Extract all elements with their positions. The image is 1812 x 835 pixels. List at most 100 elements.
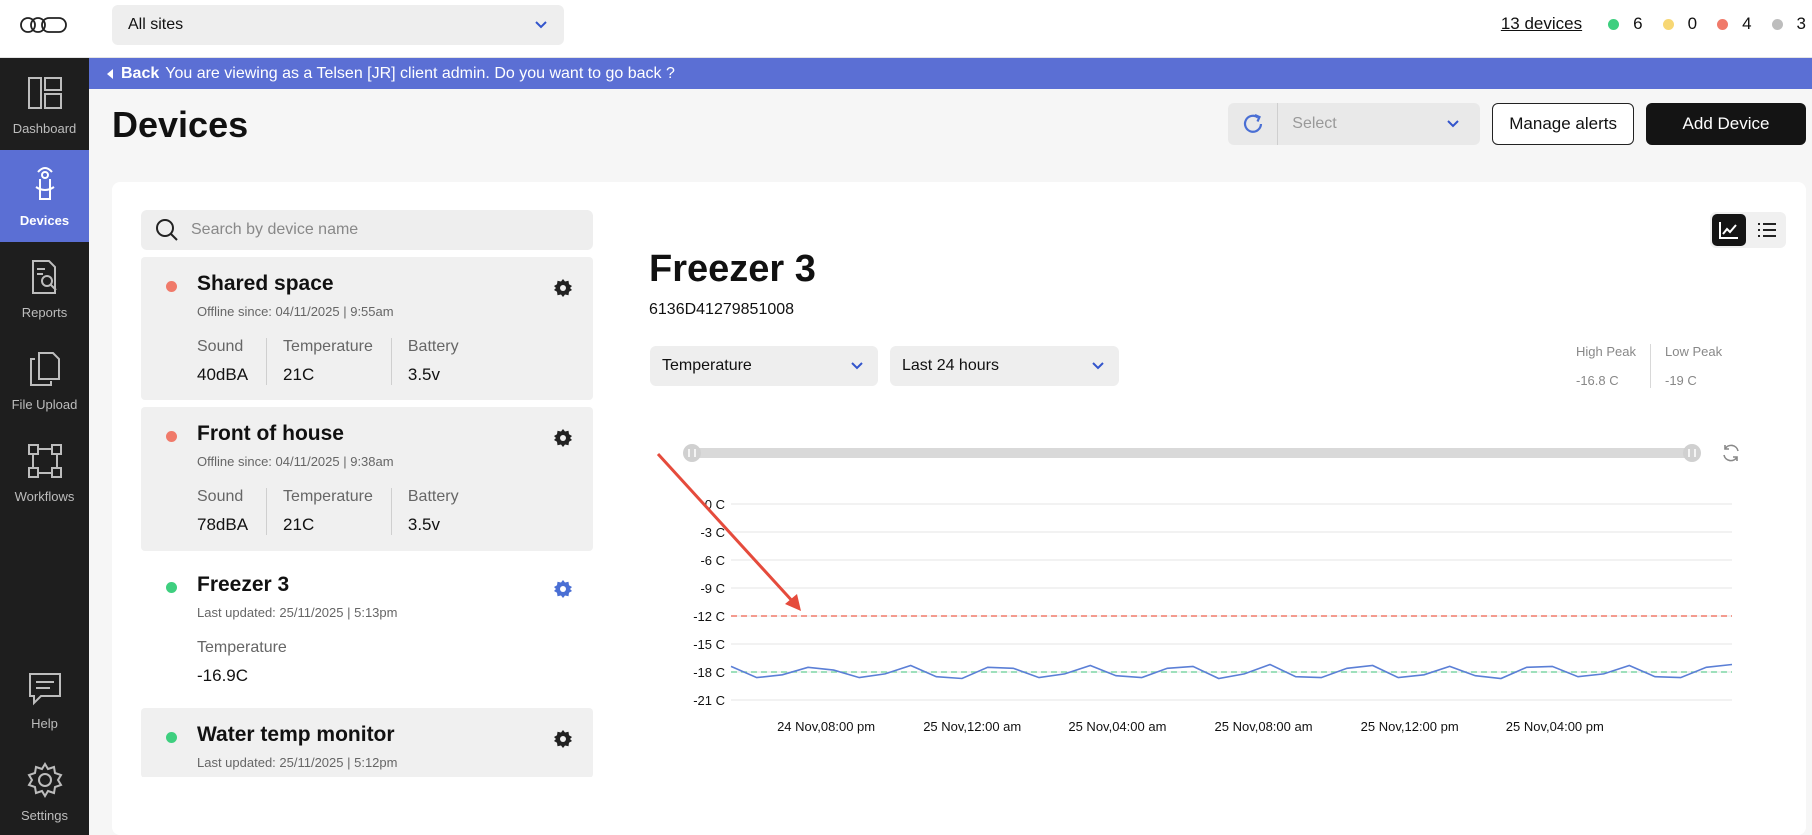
status-offline-count: 4 — [1717, 14, 1752, 34]
high-peak-label: High Peak — [1576, 344, 1636, 359]
x-tick-label: 25 Nov,04:00 pm — [1506, 719, 1604, 734]
brand-logo-icon[interactable] — [20, 14, 68, 36]
status-count: 4 — [1742, 14, 1752, 33]
status-count: 3 — [1796, 14, 1806, 33]
site-select[interactable]: All sites — [112, 5, 564, 45]
range-slider-track[interactable] — [692, 448, 1692, 458]
impersonation-banner: Back You are viewing as a Telsen [JR] cl… — [89, 58, 1812, 89]
dashboard-icon — [27, 76, 62, 109]
device-search[interactable]: Search by device name — [141, 210, 593, 250]
time-range-select-value: Last 24 hours — [902, 357, 999, 374]
y-tick-label: -6 C — [700, 553, 725, 568]
metric-value: 21C — [283, 515, 315, 534]
sidebar-item-reports[interactable]: Reports — [0, 242, 89, 334]
sidebar-item-label: Workflows — [14, 488, 75, 504]
metric-temperature: Temperature -16.9C — [197, 639, 305, 686]
x-tick-label: 25 Nov,12:00 am — [923, 719, 1021, 734]
offline-dot-icon — [1717, 18, 1729, 30]
files-icon — [29, 351, 60, 386]
workflow-icon — [27, 443, 62, 478]
gear-icon[interactable] — [553, 729, 573, 749]
device-card-water-temp-monitor[interactable]: Water temp monitor Last updated: 25/11/2… — [141, 708, 593, 777]
device-metrics: Temperature -16.9C — [197, 639, 321, 686]
sidebar-item-label: Settings — [21, 807, 68, 823]
y-tick-label: -3 C — [700, 525, 725, 540]
gear-icon — [27, 761, 62, 798]
group-select[interactable]: Select — [1278, 115, 1480, 133]
metric-label: Battery — [407, 488, 459, 505]
range-slider-end-handle[interactable] — [1683, 444, 1701, 462]
metric-select-value: Temperature — [662, 357, 752, 374]
status-dot-icon — [166, 582, 177, 593]
device-status-text: Offline since: 04/11/2025 | 9:55am — [197, 304, 394, 319]
device-metrics: Sound 40dBA Temperature 21C Battery 3.5v — [197, 338, 493, 385]
metric-select[interactable]: Temperature — [650, 346, 878, 386]
device-detail-title: Freezer 3 — [649, 248, 816, 290]
search-icon — [156, 219, 178, 241]
manage-alerts-button[interactable]: Manage alerts — [1492, 103, 1634, 145]
y-tick-label: -15 C — [693, 637, 725, 652]
status-dot-icon — [166, 281, 177, 292]
refresh-icon — [1243, 113, 1262, 133]
list-view-button[interactable] — [1750, 214, 1784, 246]
device-card-shared-space[interactable]: Shared space Offline since: 04/11/2025 |… — [141, 257, 593, 400]
gear-icon[interactable] — [553, 278, 573, 298]
sidebar-item-file-upload[interactable]: File Upload — [0, 334, 89, 426]
time-range-select[interactable]: Last 24 hours — [890, 346, 1119, 386]
metric-value: 3.5v — [407, 365, 441, 384]
low-peak-value: -19 C — [1664, 373, 1697, 388]
device-id: 6136D41279851008 — [649, 301, 795, 318]
device-list: Shared space Offline since: 04/11/2025 |… — [141, 257, 593, 777]
metric-value: 40dBA — [197, 365, 249, 384]
device-metrics: Sound 78dBA Temperature 21C Battery 3.5v — [197, 488, 493, 535]
device-name: Shared space — [197, 272, 334, 295]
y-tick-label: -9 C — [700, 581, 725, 596]
warning-dot-icon — [1662, 18, 1674, 30]
sidebar-item-dashboard[interactable]: Dashboard — [0, 58, 89, 150]
gear-icon[interactable] — [553, 428, 573, 448]
chart-svg: 0 C-3 C-6 C-9 C-12 C-15 C-18 C-21 C 24 N… — [656, 444, 1739, 734]
chevron-down-icon — [535, 21, 547, 29]
device-status-text: Last updated: 25/11/2025 | 5:13pm — [197, 605, 398, 620]
device-sensor-icon — [34, 166, 55, 200]
sidebar-item-help[interactable]: Help — [0, 653, 89, 745]
sidebar-item-settings[interactable]: Settings — [0, 745, 89, 835]
sidebar-item-workflows[interactable]: Workflows — [0, 426, 89, 518]
banner-message: You are viewing as a Telsen [JR] client … — [165, 64, 675, 82]
back-link[interactable]: Back — [121, 65, 159, 83]
status-warning-count: 0 — [1662, 14, 1697, 34]
sidebar-item-label: Help — [31, 715, 58, 731]
add-device-button[interactable]: Add Device — [1646, 103, 1806, 145]
gear-icon[interactable] — [553, 579, 573, 599]
metric-value: -16.9C — [197, 666, 249, 685]
site-select-value: All sites — [128, 16, 184, 33]
range-slider-start-handle[interactable] — [683, 444, 701, 462]
metric-sound: Sound 78dBA — [197, 488, 268, 535]
page-title: Devices — [112, 104, 249, 145]
back-arrow-icon[interactable] — [105, 68, 115, 80]
high-peak: High Peak -16.8 C — [1576, 344, 1651, 388]
sidebar-item-devices[interactable]: Devices — [0, 150, 89, 242]
metric-temperature: Temperature 21C — [283, 338, 392, 385]
status-dot-icon — [166, 732, 177, 743]
status-inactive-count: 3 — [1771, 14, 1806, 34]
refresh-select-group: Select — [1228, 103, 1481, 145]
reset-zoom-icon[interactable] — [1723, 444, 1739, 462]
metric-sound: Sound 40dBA — [197, 338, 268, 385]
x-tick-label: 25 Nov,08:00 am — [1215, 719, 1313, 734]
sidebar-item-label: Reports — [21, 304, 68, 320]
metric-label: Temperature — [197, 639, 287, 656]
inactive-dot-icon — [1771, 18, 1783, 30]
devices-count-link[interactable]: 13 devices — [1501, 14, 1582, 34]
metric-battery: Battery 3.5v — [408, 488, 477, 535]
sidebar: Dashboard Devices Reports File Upload Wo… — [0, 58, 89, 835]
refresh-button[interactable] — [1228, 103, 1279, 145]
x-tick-label: 25 Nov,04:00 am — [1068, 719, 1166, 734]
metric-value: 3.5v — [407, 515, 441, 534]
device-card-freezer-3[interactable]: Freezer 3 Last updated: 25/11/2025 | 5:1… — [141, 558, 593, 702]
chevron-down-icon — [1092, 362, 1104, 370]
device-card-front-of-house[interactable]: Front of house Offline since: 04/11/2025… — [141, 407, 593, 551]
help-chat-icon — [28, 672, 61, 705]
chart-view-button[interactable] — [1712, 214, 1746, 246]
search-input[interactable]: Search by device name — [191, 221, 358, 239]
